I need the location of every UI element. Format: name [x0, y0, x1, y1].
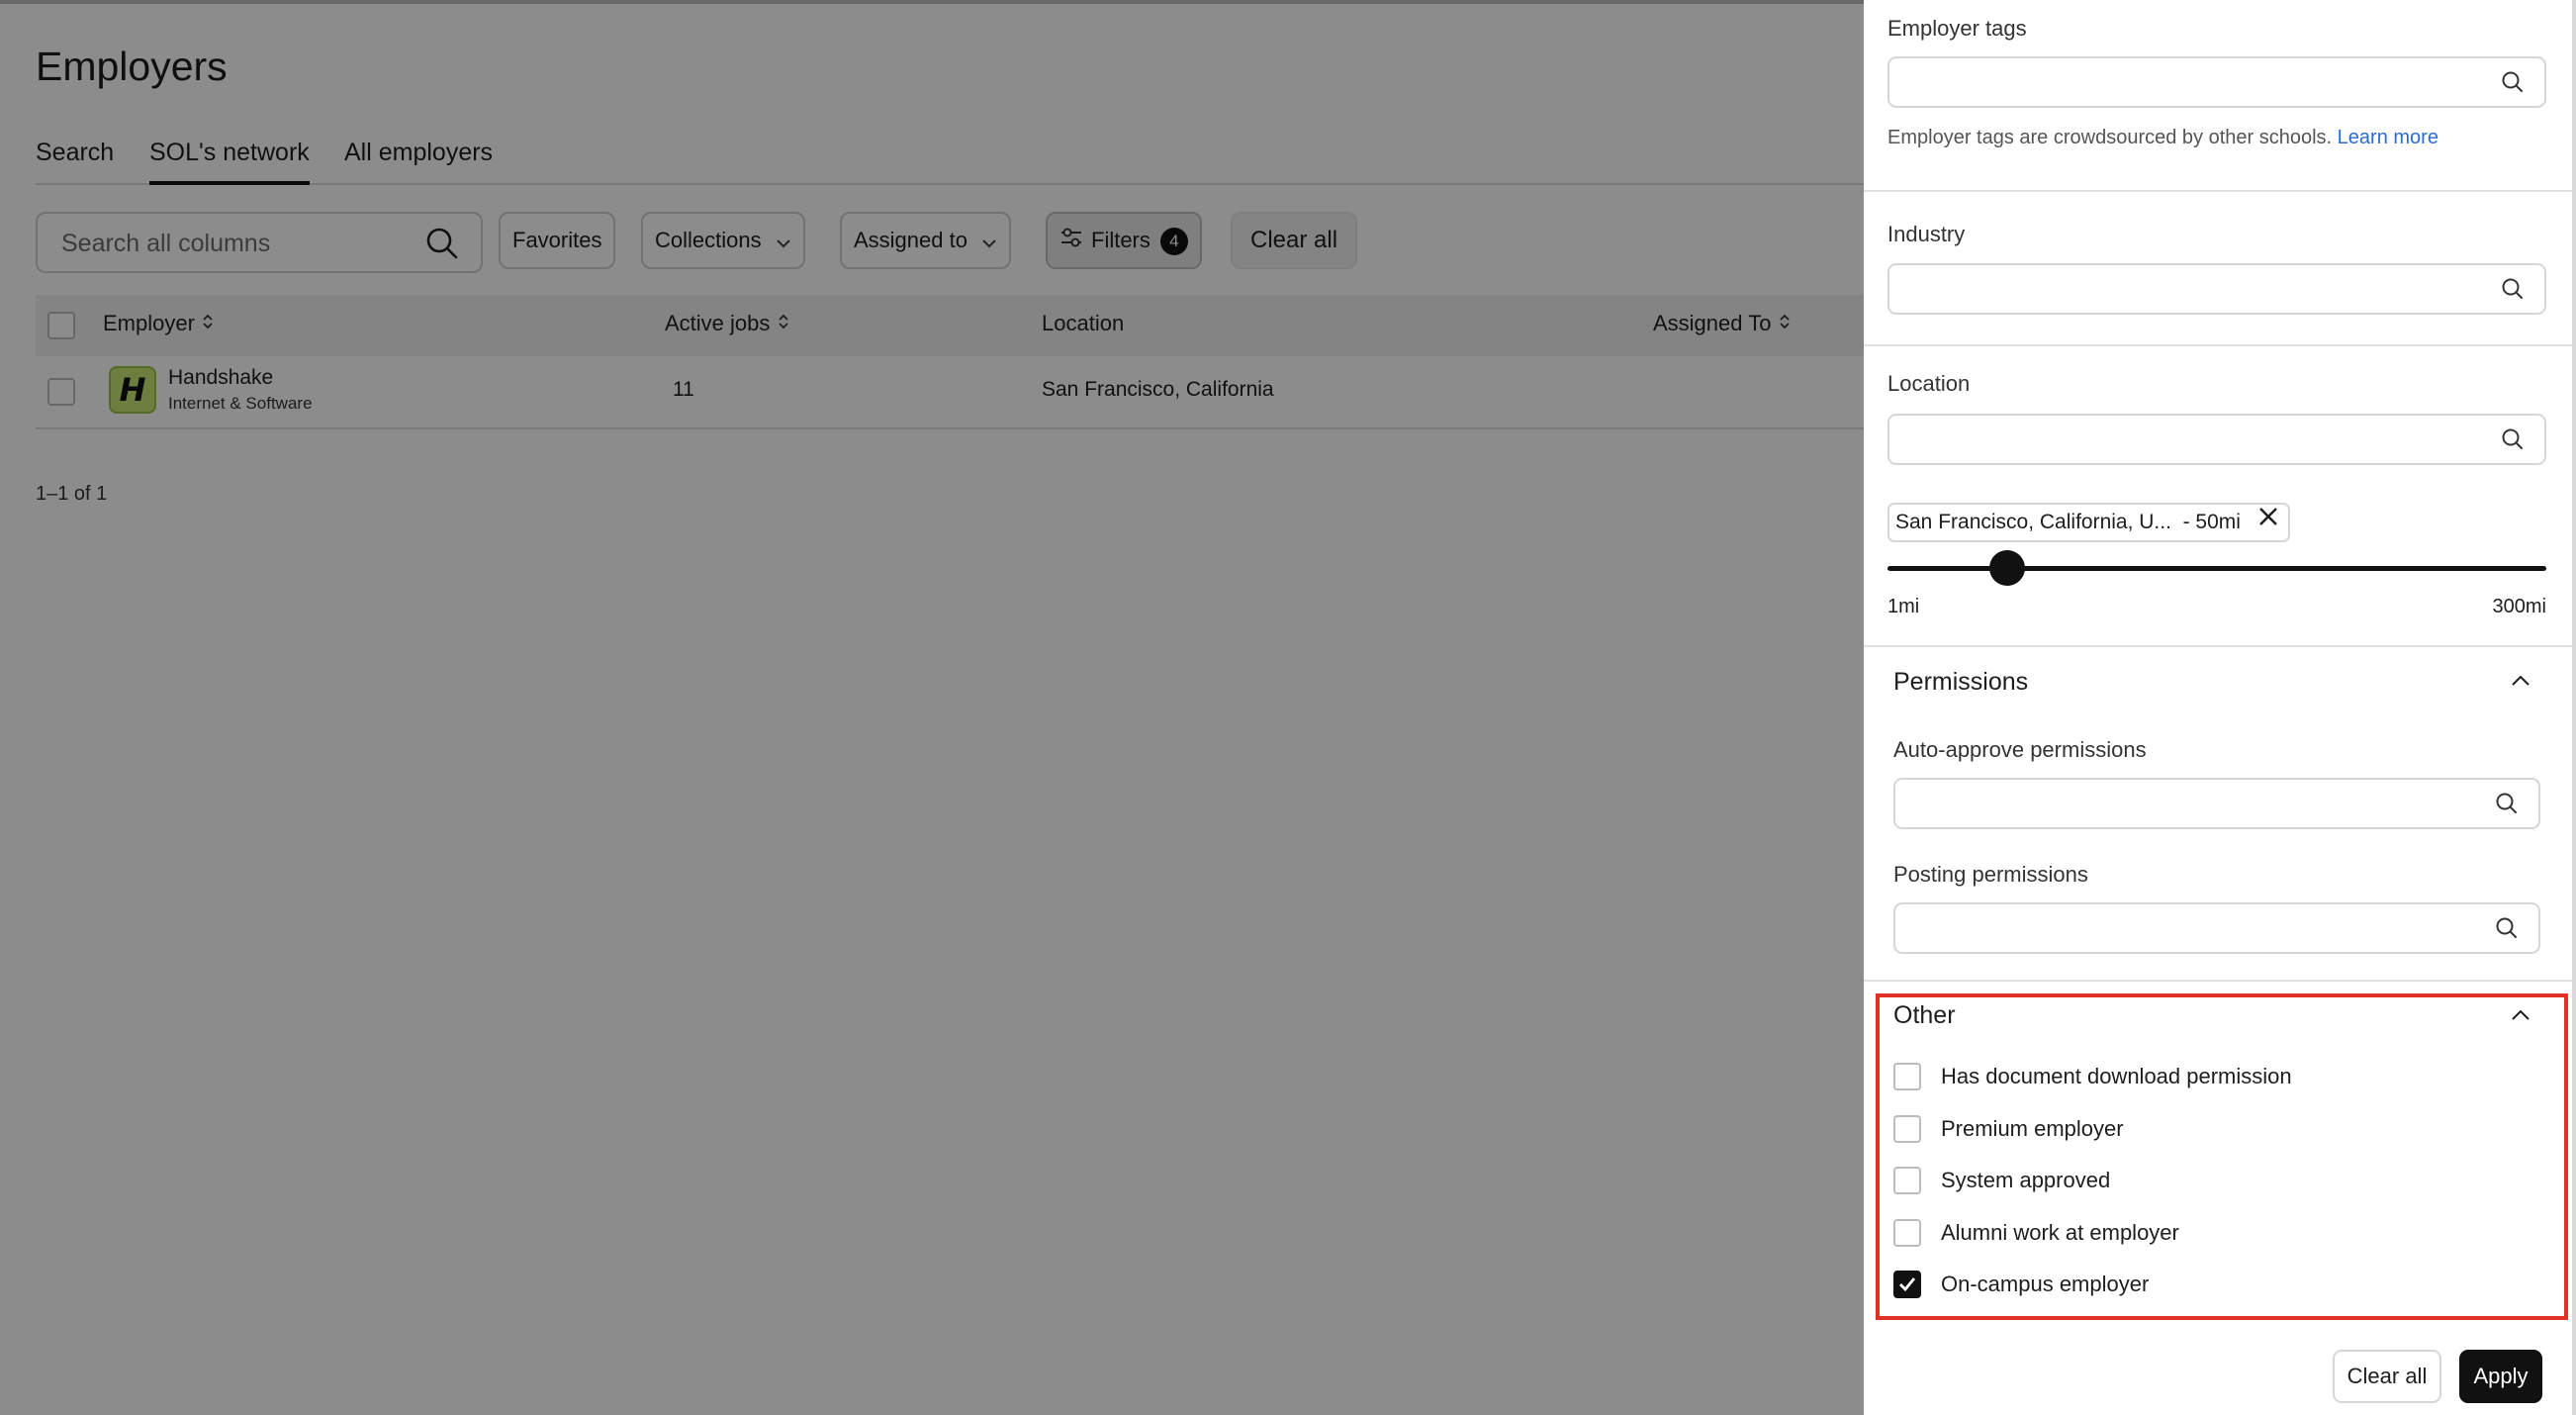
auto-approve-input[interactable]: [1909, 790, 2487, 819]
checkbox[interactable]: [1893, 1219, 1921, 1247]
posting-permissions-label: Posting permissions: [1893, 862, 2088, 887]
employer-tags-field: [1887, 56, 2546, 108]
option-label: Alumni work at employer: [1941, 1220, 2179, 1245]
chevron-up-icon[interactable]: [2509, 673, 2532, 694]
checkbox-checked[interactable]: [1893, 1271, 1921, 1298]
employer-tags-help: Employer tags are crowdsourced by other …: [1887, 127, 2438, 149]
permissions-section-title[interactable]: Permissions: [1893, 668, 2028, 697]
industry-label: Industry: [1887, 222, 1966, 246]
search-icon: [2501, 277, 2525, 306]
filters-drawer: Employer tags Employer tags are crowdsou…: [1864, 0, 2576, 1415]
auto-approve-label: Auto-approve permissions: [1893, 737, 2147, 762]
employers-page: Employers Search SOL's network All emplo…: [0, 0, 1864, 1415]
employer-tags-help-text: Employer tags are crowdsourced by other …: [1887, 127, 2333, 148]
radius-slider-track[interactable]: [1887, 566, 2546, 571]
option-label: Has document download permission: [1941, 1064, 2292, 1088]
search-icon: [2501, 70, 2525, 99]
radius-slider-thumb[interactable]: [1989, 550, 2025, 586]
radius-max-label: 300mi: [2492, 596, 2546, 617]
search-icon: [2501, 427, 2525, 456]
divider: [1864, 645, 2572, 647]
posting-permissions-field: [1893, 902, 2540, 954]
option-label: System approved: [1941, 1168, 2111, 1192]
search-icon: [2495, 916, 2519, 945]
location-input[interactable]: [1903, 425, 2481, 455]
industry-input[interactable]: [1903, 275, 2481, 305]
location-chip: San Francisco, California, U... - 50mi: [1887, 503, 2290, 542]
employer-tags-label: Employer tags: [1887, 16, 2027, 41]
location-chip-radius: - 50mi: [2182, 511, 2241, 533]
option-label: On-campus employer: [1941, 1272, 2150, 1296]
employer-tags-input[interactable]: [1903, 68, 2481, 98]
auto-approve-field: [1893, 778, 2540, 829]
divider: [1864, 190, 2572, 192]
posting-permissions-input[interactable]: [1909, 914, 2487, 944]
location-chip-text: San Francisco, California, U...: [1895, 511, 2171, 533]
divider: [1864, 344, 2572, 346]
learn-more-link[interactable]: Learn more: [2338, 127, 2438, 148]
industry-field: [1887, 263, 2546, 315]
apply-button[interactable]: Apply: [2459, 1350, 2542, 1403]
drawer-scrollbar-edge: [2572, 0, 2576, 1415]
radius-min-label: 1mi: [1887, 596, 1920, 617]
checkbox[interactable]: [1893, 1115, 1921, 1143]
checkmark-icon: [1899, 1277, 1916, 1292]
search-icon: [2495, 792, 2519, 820]
checkbox[interactable]: [1893, 1063, 1921, 1090]
checkbox[interactable]: [1893, 1167, 1921, 1194]
close-icon[interactable]: [2256, 505, 2280, 540]
modal-overlay[interactable]: [0, 0, 1864, 1415]
option-label: Premium employer: [1941, 1116, 2124, 1141]
divider: [1864, 980, 2572, 982]
other-section-title[interactable]: Other: [1893, 1001, 1956, 1030]
chevron-up-icon[interactable]: [2509, 1007, 2532, 1028]
location-field: [1887, 414, 2546, 465]
location-label: Location: [1887, 371, 1971, 396]
drawer-clear-all-button[interactable]: Clear all: [2333, 1350, 2441, 1403]
